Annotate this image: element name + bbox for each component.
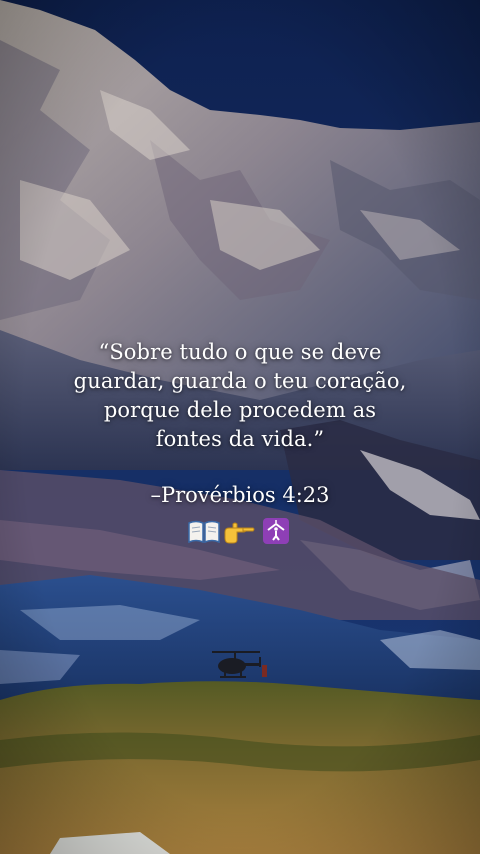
quote-line: porque dele procedem as [103,398,377,422]
open-book-icon [187,516,221,546]
quote-line: guardar, guarda o teu coração, [73,369,407,393]
verse-reference: –Provérbios 4:23 [150,483,330,507]
quote-line: fontes da vida.” [155,427,325,451]
wallpaper-scene: “Sobre tudo o que se deve guardar, guard… [0,0,480,854]
church-icon [259,516,293,546]
bible-verse-overlay: “Sobre tudo o que se deve guardar, guard… [0,338,480,547]
quote-line: “Sobre tudo o que se deve [98,340,382,364]
pointing-hand-icon [223,516,257,546]
emoji-row [0,515,480,547]
